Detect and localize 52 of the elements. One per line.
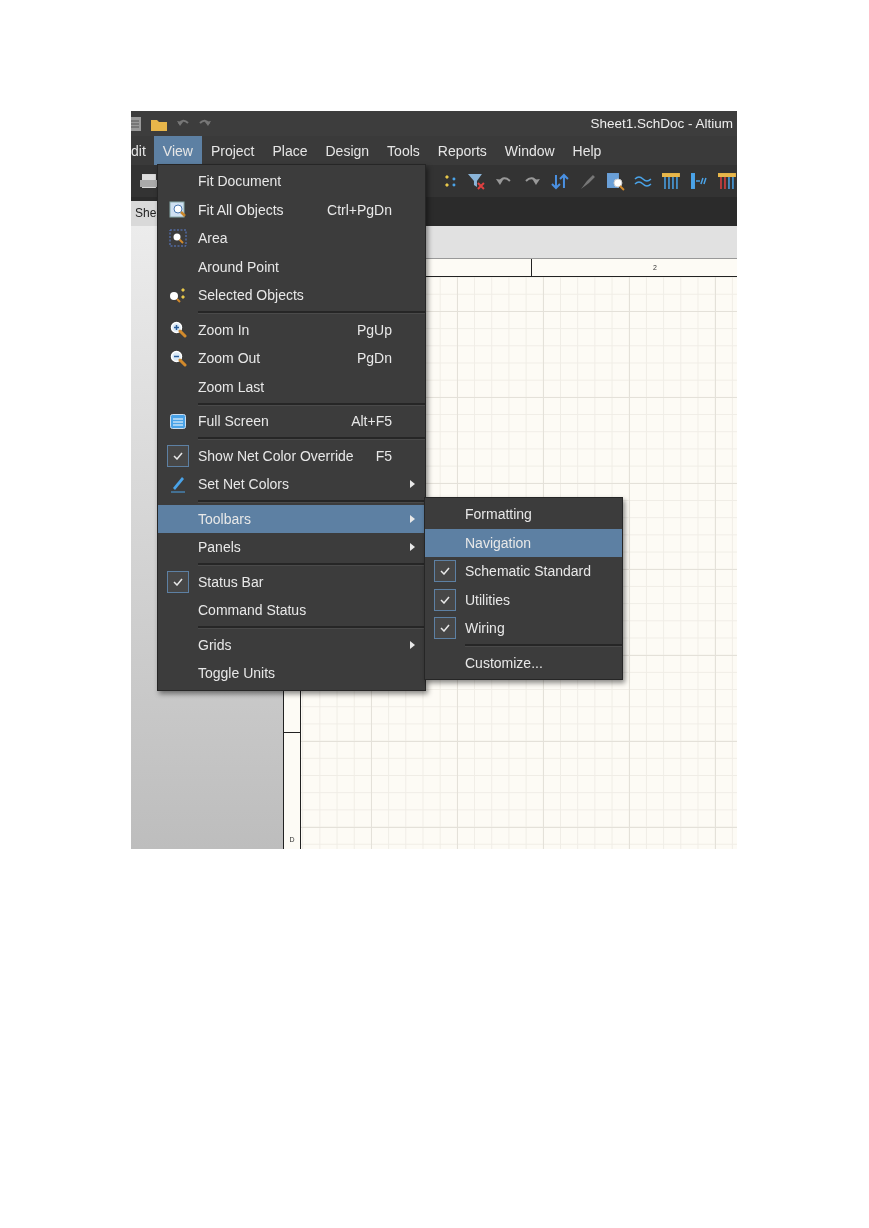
menu-bar-item[interactable]: Window bbox=[495, 136, 564, 165]
menu-item[interactable]: Customize... bbox=[425, 648, 622, 677]
selection-magnifier-icon bbox=[169, 287, 187, 304]
zoom-in-icon bbox=[169, 321, 187, 339]
menu-item[interactable]: Zoom Last bbox=[158, 372, 425, 401]
menu-item[interactable]: Command Status bbox=[158, 596, 425, 625]
menu-item[interactable]: Status Bar bbox=[158, 567, 425, 596]
check-icon bbox=[440, 595, 450, 604]
document-magnifier-icon bbox=[169, 200, 187, 219]
check-icon bbox=[173, 451, 183, 460]
harness-icon[interactable] bbox=[717, 171, 737, 191]
shortcut-text: PgUp bbox=[356, 321, 392, 338]
printer-icon[interactable] bbox=[139, 171, 159, 191]
filter-clear-icon[interactable] bbox=[465, 171, 486, 191]
menu-bar-item[interactable]: Project bbox=[201, 136, 264, 165]
check-icon bbox=[173, 577, 183, 586]
shortcut-text: Ctrl+PgDn bbox=[327, 201, 392, 218]
check-icon bbox=[440, 624, 450, 633]
menu-item[interactable]: Around Point bbox=[158, 252, 425, 281]
area-zoom-icon bbox=[169, 229, 187, 248]
port-icon[interactable] bbox=[689, 171, 710, 191]
menu-item[interactable]: Utilities bbox=[425, 585, 622, 614]
menu-bar-item[interactable]: Design bbox=[316, 136, 379, 165]
menu-item[interactable]: Show Net Color Override F5 bbox=[158, 441, 425, 470]
menu-item[interactable]: Schematic Standard bbox=[425, 557, 622, 586]
shortcut-text: PgDn bbox=[356, 350, 392, 367]
menu-item[interactable]: Formatting bbox=[425, 500, 622, 529]
menu-item[interactable]: Area bbox=[158, 224, 425, 253]
menu-bar-item[interactable]: dit bbox=[131, 136, 154, 165]
menu-bar-item[interactable]: Reports bbox=[428, 136, 496, 165]
up-down-arrows-icon[interactable] bbox=[549, 171, 570, 191]
shortcut-text: F5 bbox=[375, 447, 392, 464]
window-icon bbox=[170, 413, 186, 429]
menu-item[interactable]: Grids bbox=[158, 630, 425, 659]
pen-icon bbox=[170, 475, 186, 494]
menu-bar-item[interactable]: Place bbox=[263, 136, 317, 165]
menu-item[interactable]: Full Screen Alt+F5 bbox=[158, 407, 425, 436]
menu-item[interactable]: Zoom Out PgDn bbox=[158, 344, 425, 373]
zoom-out-icon bbox=[169, 349, 187, 367]
menu-item[interactable]: Panels bbox=[158, 533, 425, 562]
shortcut-text: Alt+F5 bbox=[351, 413, 392, 430]
window-title: Sheet1.SchDoc - Altium bbox=[590, 116, 733, 131]
menu-item[interactable]: Zoom In PgUp bbox=[158, 315, 425, 344]
bus-icon[interactable] bbox=[661, 171, 682, 191]
check-icon bbox=[440, 567, 450, 576]
menu-bar-item[interactable]: Tools bbox=[378, 136, 429, 165]
report-magnifier-icon[interactable] bbox=[605, 171, 626, 191]
menu-item[interactable]: Wiring bbox=[425, 614, 622, 643]
menu-item[interactable]: Selected Objects bbox=[158, 281, 425, 310]
menu-item[interactable]: Toggle Units bbox=[158, 659, 425, 688]
menu-item[interactable]: Set Net Colors bbox=[158, 470, 425, 499]
menu-bar-item[interactable]: Help bbox=[563, 136, 611, 165]
